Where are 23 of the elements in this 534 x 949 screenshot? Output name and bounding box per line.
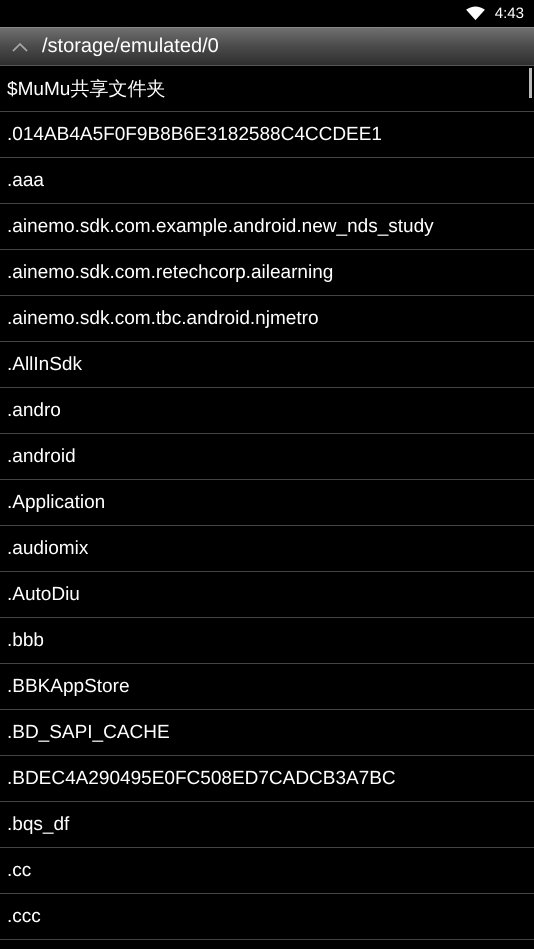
wifi-icon bbox=[466, 6, 485, 21]
file-list-item[interactable]: .ainemo.sdk.com.tbc.android.njmetro bbox=[0, 296, 534, 342]
file-list-item[interactable]: .AllInSdk bbox=[0, 342, 534, 388]
file-list-item[interactable]: .cc bbox=[0, 848, 534, 894]
chevron-up-icon[interactable] bbox=[12, 42, 28, 52]
file-list-item[interactable]: .audiomix bbox=[0, 526, 534, 572]
scrollbar-thumb[interactable] bbox=[529, 68, 532, 98]
file-list-item[interactable]: .ainemo.sdk.com.example.android.new_nds_study bbox=[0, 204, 534, 250]
file-list-item[interactable]: .BD_SAPI_CACHE bbox=[0, 710, 534, 756]
file-list-item[interactable]: .AutoDiu bbox=[0, 572, 534, 618]
file-list-item[interactable]: .bbb bbox=[0, 618, 534, 664]
folder-path: /storage/emulated/0 bbox=[42, 35, 219, 58]
file-list-item[interactable]: .BBKAppStore bbox=[0, 664, 534, 710]
file-list-item[interactable]: .ainemo.sdk.com.retechcorp.ailearning bbox=[0, 250, 534, 296]
file-list-item[interactable]: .BDEC4A290495E0FC508ED7CADCB3A7BC bbox=[0, 756, 534, 802]
file-list-item[interactable]: .andro bbox=[0, 388, 534, 434]
file-list-item[interactable]: .bqs_df bbox=[0, 802, 534, 848]
file-list-item[interactable]: .014AB4A5F0F9B8B6E3182588C4CCDEE1 bbox=[0, 112, 534, 158]
file-list-item[interactable]: .ccc bbox=[0, 894, 534, 940]
clock-time: 4:43 bbox=[494, 5, 524, 22]
file-list-item[interactable]: .Application bbox=[0, 480, 534, 526]
file-list-item[interactable]: .aaa bbox=[0, 158, 534, 204]
file-list-item[interactable]: .android bbox=[0, 434, 534, 480]
